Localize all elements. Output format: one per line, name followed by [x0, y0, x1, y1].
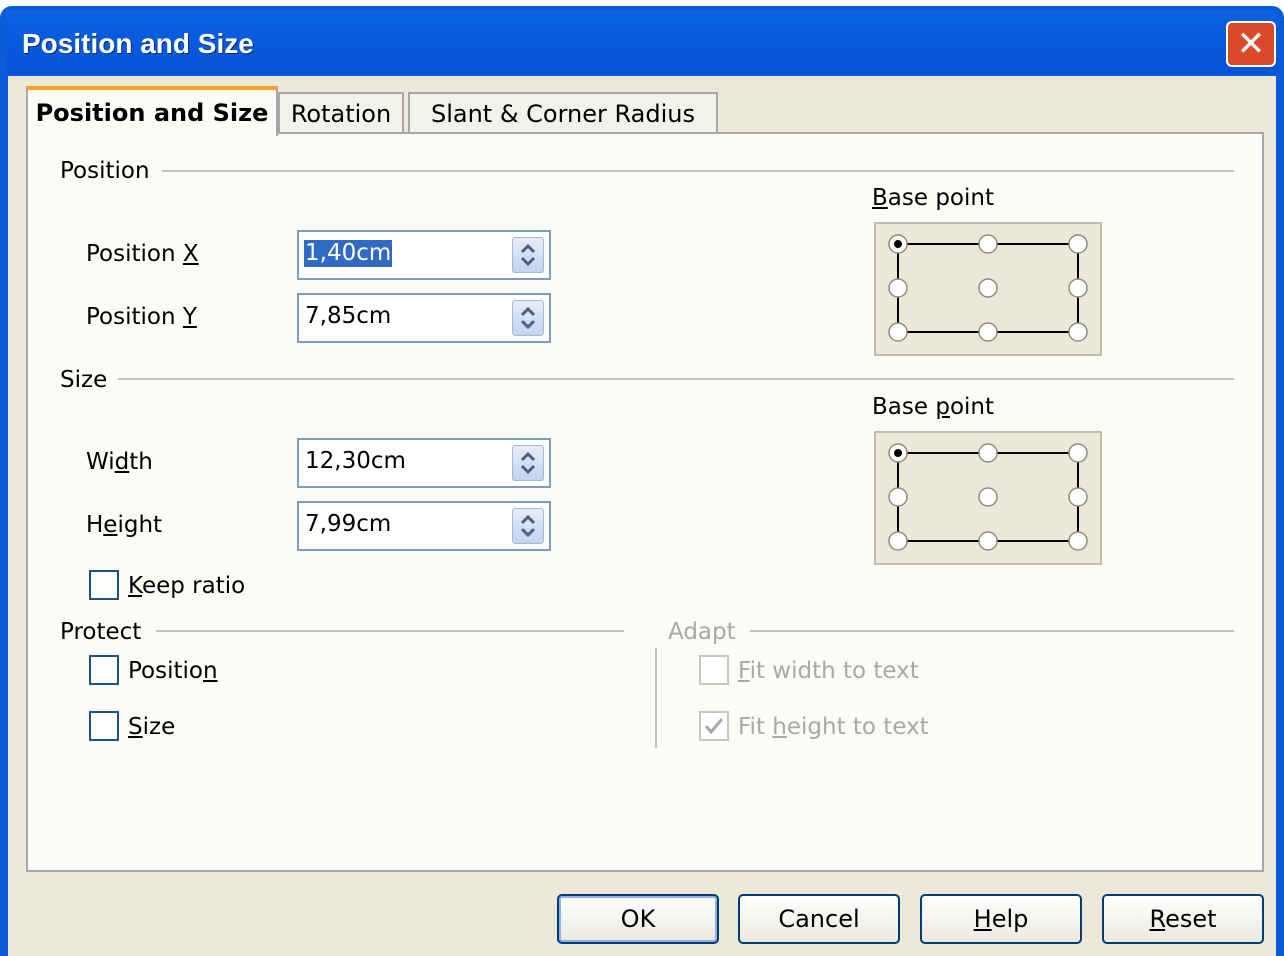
checkmark-icon — [704, 718, 724, 735]
spinner-arrows-icon — [520, 243, 536, 267]
base-point-grid — [888, 443, 1088, 551]
spinner-arrows-icon — [520, 451, 536, 475]
protect-size-checkbox[interactable] — [89, 711, 119, 741]
width-label: Width — [86, 449, 153, 475]
position-base-point-label: Base point — [872, 185, 994, 211]
position-x-label: Position X — [86, 241, 199, 267]
height-label: Height — [86, 512, 163, 538]
keep-ratio-checkbox[interactable] — [89, 570, 119, 600]
adapt-vertical-divider — [655, 648, 657, 748]
help-button-label: Help — [973, 905, 1029, 933]
fit-width-checkbox[interactable] — [699, 655, 729, 685]
ok-button[interactable]: OK — [557, 894, 719, 944]
spinner-arrows-icon — [520, 514, 536, 538]
position-base-point-selector[interactable] — [874, 222, 1102, 356]
width-field[interactable]: 12,30cm — [297, 438, 551, 488]
size-section-divider — [118, 378, 1234, 380]
position-x-spinner[interactable] — [512, 237, 544, 273]
help-button[interactable]: Help — [920, 894, 1082, 944]
panel-content: Position Base point Position X 1,40cm Po… — [0, 0, 1284, 956]
cancel-button[interactable]: Cancel — [738, 894, 900, 944]
fit-width-label: Fit width to text — [738, 658, 919, 684]
protect-position-checkbox[interactable] — [89, 655, 119, 685]
adapt-section-divider — [750, 630, 1234, 632]
ok-button-label: OK — [620, 905, 656, 933]
height-value: 7,99cm — [305, 511, 392, 537]
spinner-arrows-icon — [520, 306, 536, 330]
fit-height-checkbox[interactable] — [699, 711, 729, 741]
fit-height-label: Fit height to text — [738, 714, 929, 740]
cancel-button-label: Cancel — [778, 905, 860, 933]
size-base-point-selector[interactable] — [874, 431, 1102, 565]
reset-button[interactable]: Reset — [1102, 894, 1264, 944]
position-section-label: Position — [60, 158, 150, 184]
base-point-grid — [888, 234, 1088, 342]
protect-position-label: Position — [128, 658, 218, 684]
position-y-field[interactable]: 7,85cm — [297, 293, 551, 343]
protect-section-divider — [156, 630, 624, 632]
position-y-spinner[interactable] — [512, 300, 544, 336]
position-y-label: Position Y — [86, 304, 197, 330]
size-base-point-label: Base point — [872, 394, 994, 420]
height-spinner[interactable] — [512, 508, 544, 544]
height-field[interactable]: 7,99cm — [297, 501, 551, 551]
position-y-value: 7,85cm — [305, 303, 392, 329]
position-x-value: 1,40cm — [304, 240, 393, 267]
adapt-section-label: Adapt — [668, 619, 736, 645]
size-section-label: Size — [60, 367, 108, 393]
protect-section-label: Protect — [60, 619, 142, 645]
position-x-field[interactable]: 1,40cm — [297, 230, 551, 280]
reset-button-label: Reset — [1149, 905, 1217, 933]
width-value: 12,30cm — [305, 448, 406, 474]
position-section-divider — [162, 170, 1234, 172]
keep-ratio-label: Keep ratio — [128, 573, 246, 599]
width-spinner[interactable] — [512, 445, 544, 481]
protect-size-label: Size — [128, 714, 176, 740]
